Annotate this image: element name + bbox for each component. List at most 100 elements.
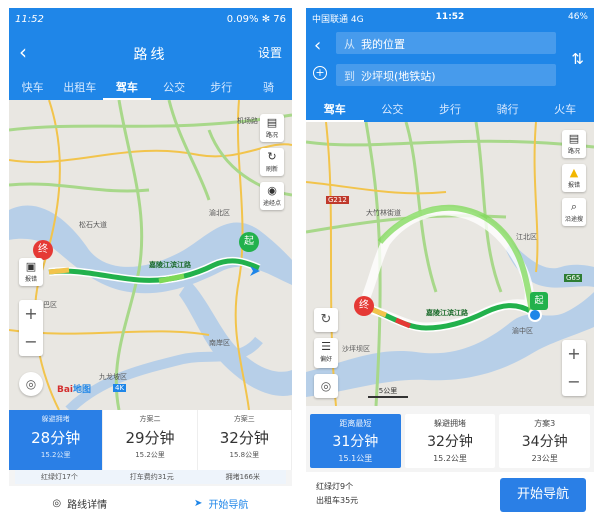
route-option-card[interactable]: 距离最短 31分钟 15.1公里 — [310, 414, 401, 468]
route-map[interactable]: 机场路 松石大道 渝北区 南岸区 九龙坡区 巴区 嘉陵江滨江路 终 起 ▤ 路况 … — [9, 99, 292, 414]
map-label: 江北区 — [516, 233, 537, 241]
tab-drive[interactable]: 驾车 — [103, 74, 151, 100]
swap-icon[interactable]: ⇅ — [571, 50, 584, 68]
taxi-fare: 出租车35元 — [316, 496, 359, 505]
tab-bus[interactable]: 公交 — [151, 74, 198, 100]
right-screen: 中国联通 4G 11:52 46% ‹ + 从我的位置 到沙坪坝(地铁站) ⇅ … — [306, 8, 594, 520]
route-options: 距离最短 31分钟 15.1公里 躲避拥堵 32分钟 15.2公里 方案3 34… — [310, 414, 591, 468]
left-screen: 11:52 0.09% ✻ 76 ‹ 路线 设置 快车 出租车 驾车 公交 步行… — [9, 8, 292, 520]
route-distance: 15.2公里 — [40, 451, 71, 459]
map-label: 九龙坡区 — [99, 373, 127, 381]
refresh-button[interactable]: ↻ — [314, 308, 338, 332]
preferences-label: 偏好 — [319, 356, 332, 363]
route-option-card[interactable]: 方案3 34分钟 23公里 — [499, 414, 591, 468]
zoom-in-button[interactable]: + — [19, 300, 43, 328]
start-marker: 起 — [239, 232, 259, 252]
add-waypoint-icon[interactable]: + — [313, 66, 327, 80]
traffic-light-icon: ▤ — [568, 132, 580, 145]
route-duration: 29分钟 — [125, 429, 175, 447]
baidu-logo-text: 地图 — [73, 385, 92, 395]
start-navigation-button[interactable]: 开始导航 — [500, 478, 586, 512]
transport-tabs: 快车 出租车 驾车 公交 步行 骑 — [9, 74, 292, 100]
tab-express[interactable]: 快车 — [9, 74, 56, 100]
zoom-in-button[interactable]: + — [562, 340, 586, 368]
traffic-label: 路况 — [567, 148, 580, 155]
route-tag: 方案二 — [139, 415, 161, 423]
traffic-light-count: 红绿灯17个 — [40, 473, 78, 481]
zoom-out-button[interactable]: − — [562, 368, 586, 396]
warning-icon: ▲ — [569, 166, 579, 179]
route-distance: 23公里 — [531, 454, 558, 463]
start-navigation-label: 开始导航 — [208, 499, 249, 511]
settings-button[interactable]: 设置 — [258, 44, 282, 61]
tab-train[interactable]: 火车 — [536, 94, 594, 122]
tab-ride[interactable]: 骑行 — [479, 94, 537, 122]
route-map[interactable]: G212 大竹林街道 江北区 沙坪坝区 渝中区 G65 嘉陵江滨江路 终 起 ▤… — [306, 121, 594, 407]
report-icon: ▣ — [25, 260, 37, 273]
waypoint-label: 途经点 — [262, 200, 281, 207]
search-along-label: 沿途搜 — [564, 216, 583, 223]
locate-icon: ◎ — [320, 379, 332, 393]
refresh-button[interactable]: ↻ 刷新 — [260, 148, 284, 176]
origin-value: 我的位置 — [361, 38, 405, 51]
start-navigation-button[interactable]: ➤ 开始导航 — [151, 486, 293, 520]
route-detail-button[interactable]: ◎ 路线详情 — [9, 486, 151, 520]
origin-field[interactable]: 从我的位置 — [336, 32, 556, 54]
tab-taxi[interactable]: 出租车 — [56, 74, 103, 100]
status-time: 11:52 — [435, 12, 465, 22]
page-title: 路线 — [133, 47, 168, 63]
search-icon: ⌕ — [570, 200, 578, 213]
traffic-button[interactable]: ▤ 路况 — [562, 130, 586, 158]
route-options: 躲避拥堵 28分钟 15.2公里 方案二 29分钟 15.2公里 方案三 32分… — [9, 410, 292, 470]
tab-walk[interactable]: 步行 — [421, 94, 479, 122]
locate-button[interactable]: ◎ — [19, 372, 43, 396]
route-option-card[interactable]: 躲避拥堵 32分钟 15.2公里 — [404, 414, 496, 468]
report-button[interactable]: ▲ 报错 — [562, 164, 586, 192]
route-duration: 34分钟 — [521, 434, 568, 450]
route-option-card[interactable]: 躲避拥堵 28分钟 15.2公里 — [9, 410, 104, 470]
baidu-logo: Bai地图 — [57, 385, 92, 395]
route-distance: 15.2公里 — [135, 451, 165, 459]
status-bar: 11:52 0.09% ✻ 76 — [9, 8, 292, 32]
map-label: 沙坪坝区 — [342, 345, 370, 353]
status-battery: 46% — [567, 12, 588, 22]
list-icon: ◎ — [52, 497, 62, 509]
map-label: 松石大道 — [79, 221, 107, 229]
destination-value: 沙坪坝(地铁站) — [361, 70, 436, 83]
route-tag: 方案3 — [534, 419, 556, 428]
transport-tabs: 驾车 公交 步行 骑行 火车 — [306, 94, 594, 122]
route-road-label: 嘉陵江滨江路 — [426, 309, 468, 317]
route-option-card[interactable]: 方案三 32分钟 15.8公里 — [198, 410, 292, 470]
preferences-button[interactable]: ☰ 偏好 — [314, 338, 338, 368]
road-shield: G212 — [326, 196, 349, 204]
traffic-button[interactable]: ▤ 路况 — [260, 114, 284, 142]
tab-bus[interactable]: 公交 — [364, 94, 422, 122]
bottom-action-bar: ◎ 路线详情 ➤ 开始导航 — [9, 486, 292, 520]
destination-prefix: 到 — [344, 70, 355, 83]
end-marker: 终 — [33, 240, 53, 260]
route-duration: 28分钟 — [31, 429, 81, 447]
status-time: 11:52 — [15, 14, 44, 25]
route-header: 中国联通 4G 11:52 46% ‹ + 从我的位置 到沙坪坝(地铁站) ⇅ … — [306, 8, 594, 122]
route-distance: 15.2公里 — [433, 454, 467, 463]
tab-ride[interactable]: 骑 — [245, 74, 292, 100]
zoom-out-button[interactable]: − — [19, 328, 43, 356]
back-arrow-icon[interactable]: ‹ — [314, 35, 321, 56]
map-tile-badge: 4K — [113, 384, 127, 392]
route-road-label: 嘉陵江滨江路 — [149, 261, 191, 269]
locate-button[interactable]: ◎ — [314, 374, 338, 398]
map-label: 大竹林街道 — [366, 209, 401, 217]
road-shield: G65 — [564, 274, 583, 282]
start-marker: 起 — [530, 292, 548, 310]
report-label: 报错 — [24, 276, 37, 283]
tab-walk[interactable]: 步行 — [198, 74, 245, 100]
search-along-button[interactable]: ⌕ 沿途搜 — [562, 198, 586, 226]
title-bar: ‹ 路线 设置 — [9, 32, 292, 74]
report-button[interactable]: ▣ 报错 — [19, 258, 43, 286]
refresh-icon: ↻ — [267, 150, 277, 163]
route-distance: 15.8公里 — [229, 451, 260, 459]
route-option-card[interactable]: 方案二 29分钟 15.2公里 — [103, 410, 198, 470]
waypoint-button[interactable]: ◉ 途经点 — [260, 182, 284, 210]
tab-drive[interactable]: 驾车 — [306, 94, 364, 122]
destination-field[interactable]: 到沙坪坝(地铁站) — [336, 64, 556, 86]
